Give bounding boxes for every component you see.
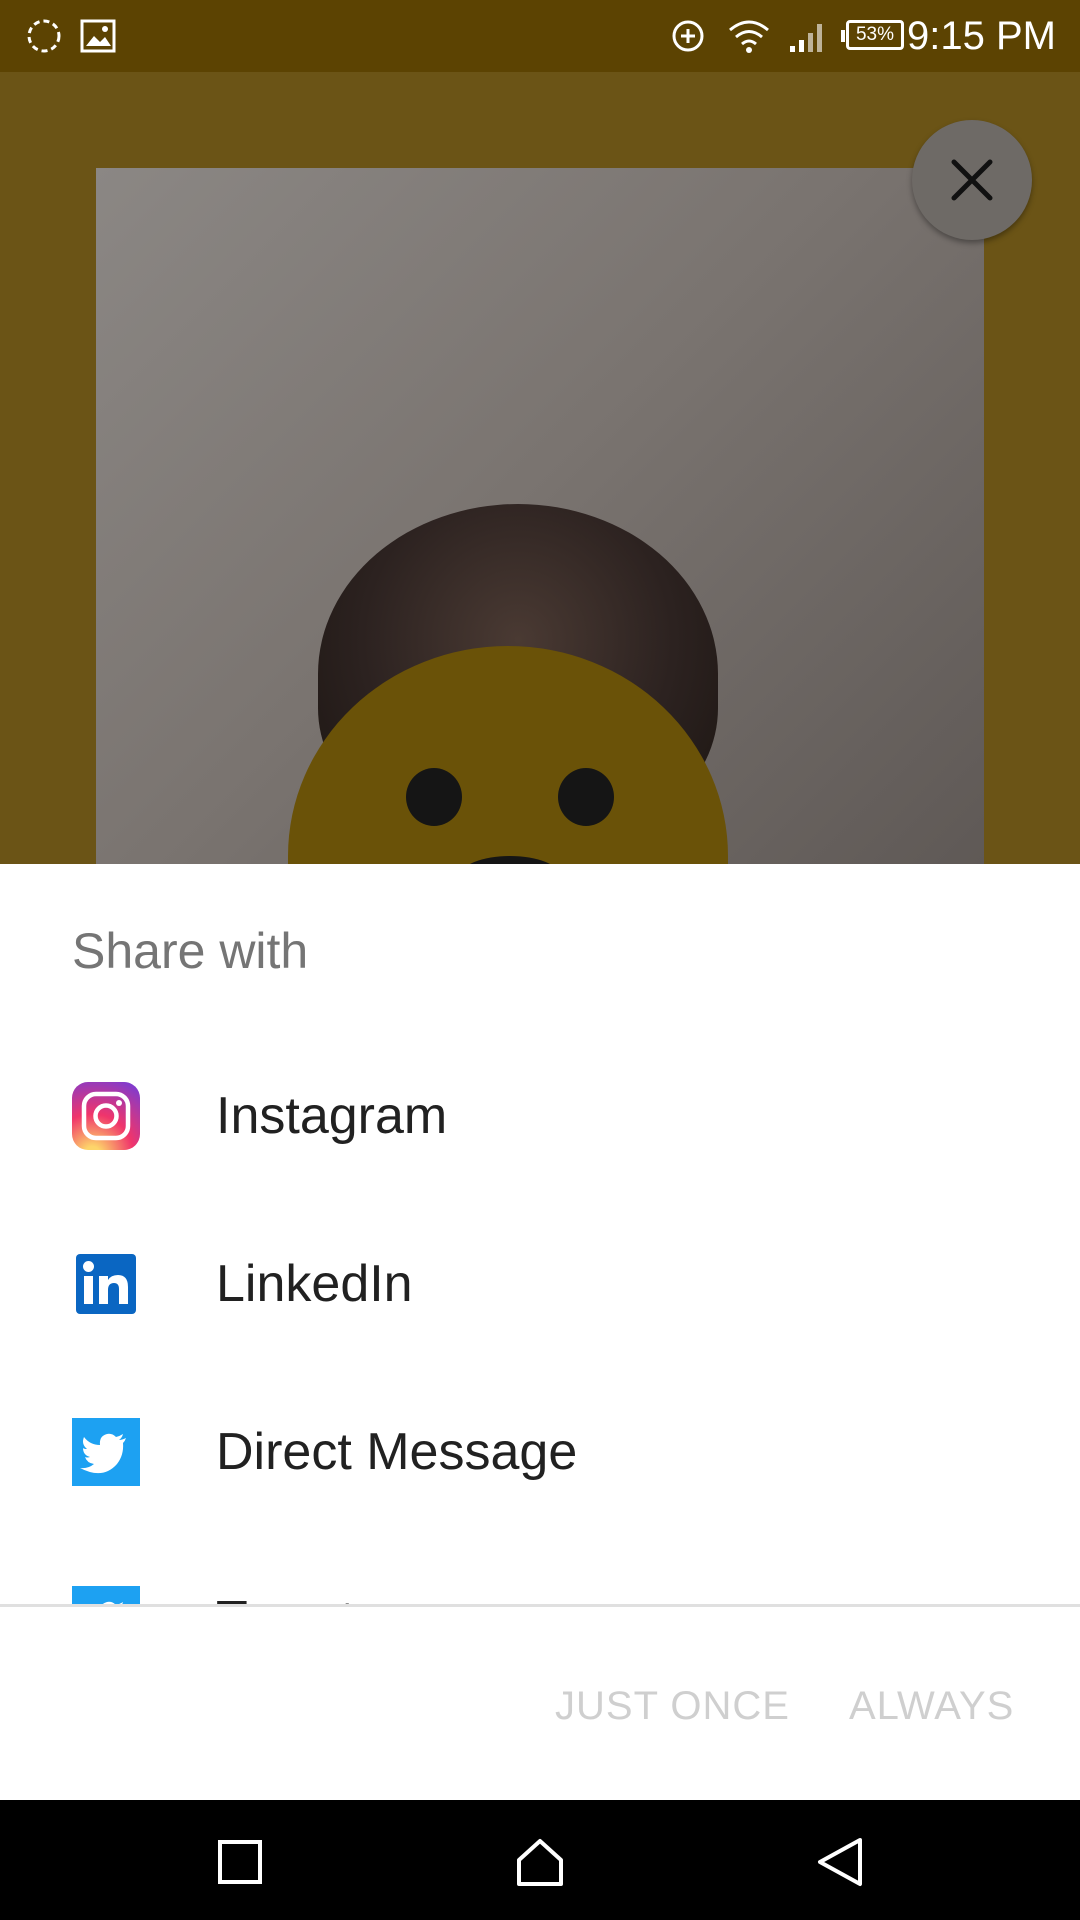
photo: [96, 168, 984, 864]
status-bar: 53% 9:15 PM: [0, 0, 1080, 72]
share-target-label: Instagram: [216, 1087, 448, 1145]
twitter-icon: [72, 1418, 140, 1486]
share-target-label: Tweet: [216, 1588, 355, 1604]
sheet-title: Share with: [72, 923, 309, 979]
sync-icon: [22, 14, 66, 58]
wifi-icon: [726, 14, 772, 58]
share-target-direct-message[interactable]: Direct Message: [0, 1368, 1080, 1536]
navigation-bar: [0, 1800, 1080, 1920]
battery-icon: 53%: [841, 20, 904, 50]
share-target-label: LinkedIn: [216, 1255, 413, 1313]
image-icon: [78, 14, 118, 58]
sticker-eye-left: [406, 768, 462, 826]
clock: 9:15 PM: [907, 14, 1056, 58]
home-button[interactable]: [508, 1830, 572, 1894]
data-saver-icon: [668, 14, 708, 58]
back-icon: [818, 1838, 862, 1886]
signal-icon: [786, 14, 830, 58]
share-app-list[interactable]: Share with Instagram LinkedIn Direct Mes…: [0, 864, 1080, 1604]
always-button[interactable]: ALWAYS: [849, 1684, 1014, 1729]
back-button[interactable]: [808, 1830, 872, 1894]
linkedin-icon: [72, 1250, 140, 1318]
close-icon: [951, 159, 993, 201]
share-target-label: Direct Message: [216, 1423, 578, 1481]
share-sheet: Share with Instagram LinkedIn Direct Mes…: [0, 864, 1080, 1800]
just-once-button[interactable]: JUST ONCE: [555, 1684, 790, 1729]
instagram-icon: [72, 1082, 140, 1150]
close-button[interactable]: [912, 120, 1032, 240]
battery-level: 53%: [855, 24, 895, 45]
home-icon: [517, 1839, 563, 1886]
share-target-tweet[interactable]: Tweet: [0, 1536, 1080, 1604]
share-target-linkedin[interactable]: LinkedIn: [0, 1200, 1080, 1368]
recents-button[interactable]: [208, 1830, 272, 1894]
twitter-icon: [72, 1586, 140, 1604]
recents-icon: [218, 1840, 262, 1884]
share-target-instagram[interactable]: Instagram: [0, 1032, 1080, 1200]
sticker-eye-right: [558, 768, 614, 826]
divider: [0, 1604, 1080, 1607]
